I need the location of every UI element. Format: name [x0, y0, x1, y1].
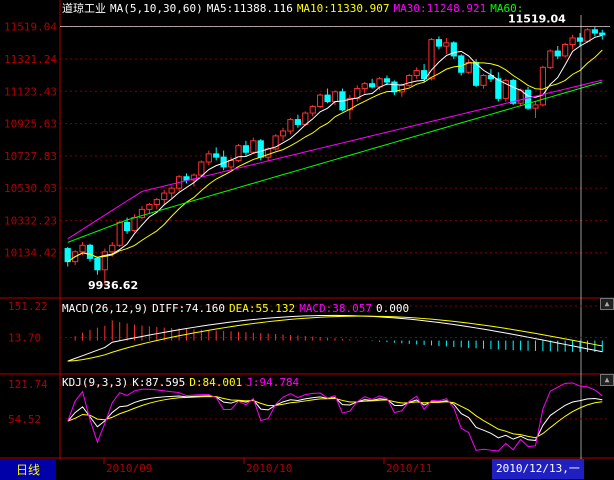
candle-body — [495, 78, 502, 99]
ma5-value: MA5:11388.116 — [206, 2, 293, 15]
candle-body — [242, 145, 250, 153]
candle-body — [554, 50, 561, 57]
price-axis-label: 11519.04 — [4, 21, 57, 34]
j-value: J:94.784 — [246, 376, 300, 389]
candle-body — [213, 153, 220, 158]
candle-body — [109, 244, 116, 253]
price-axis-label: 11321.24 — [4, 53, 57, 66]
candle-body — [413, 70, 420, 77]
date-axis-label: 2010/10 — [246, 462, 292, 475]
candle-body — [524, 89, 532, 109]
candle-body — [101, 251, 108, 271]
candle-body — [123, 221, 131, 232]
candle-body — [547, 50, 554, 68]
candle-body — [317, 94, 324, 108]
candle-body — [309, 106, 316, 114]
price-axis-label: 10727.83 — [4, 150, 57, 163]
candle-body — [361, 83, 368, 90]
candle-body — [369, 83, 376, 88]
kdj-params-label[interactable]: KDJ(9,3,3) — [62, 376, 128, 389]
kdj-axis-label: 54.52 — [8, 413, 41, 426]
macd-params-label[interactable]: MACD(26,12,9) — [62, 302, 148, 315]
candle-body — [153, 199, 160, 205]
candle-body — [79, 244, 86, 253]
diff-value: DIFF:74.160 — [152, 302, 225, 315]
candle-body — [116, 221, 123, 246]
price-axis-label: 10134.42 — [4, 247, 57, 260]
cursor-date-label: 2010/12/13,一 — [492, 459, 584, 479]
date-axis-label: 2010/11 — [386, 462, 432, 475]
candle-body — [265, 148, 272, 158]
macd-panel-expand-icon[interactable]: ▲ — [600, 298, 614, 310]
candle-body — [324, 94, 331, 103]
ma-params-label[interactable]: MA(5,10,30,60) — [110, 2, 203, 15]
candle-body — [168, 187, 175, 194]
candle-body — [257, 140, 264, 158]
candle-body — [294, 119, 301, 125]
candle-body — [576, 37, 584, 42]
date-axis-label: 2010/09 — [106, 462, 152, 475]
kdj-panel-expand-icon[interactable]: ▲ — [600, 374, 614, 386]
price-axis-label: 10925.63 — [4, 118, 57, 131]
dea-value: DEA:55.132 — [228, 302, 296, 315]
candle-body — [406, 75, 413, 86]
ma10-value: MA10:11330.907 — [296, 2, 390, 15]
chart-background — [0, 0, 614, 480]
candle-body — [510, 79, 517, 104]
candle-body — [480, 75, 487, 86]
candle-body — [235, 145, 242, 161]
candle-body — [198, 161, 205, 176]
stock-chart[interactable]: 11519.04 11321.24 11123.43 10925.63 10727.83… — [0, 0, 614, 480]
low-annotation: 9936.62 — [88, 279, 138, 292]
candle-body — [131, 217, 138, 232]
macd-header: MACD(26,12,9) DIFF:74.160 DEA:55.132 MACD:3… — [62, 302, 413, 315]
candle-body — [64, 248, 71, 263]
kdj-header: KDJ(9,3,3) K:87.595 D:84.001 J:94.784 — [62, 376, 303, 389]
index-title: 道琼工业 — [62, 2, 106, 15]
macd-value: MACD:38.057 — [299, 302, 373, 315]
main-chart-header: 道琼工业 MA(5,10,30,60) MA5:11388.116 MA10:1133… — [62, 2, 527, 15]
candle-body — [435, 39, 443, 47]
macd-axis-label: 151.22 — [8, 300, 48, 313]
candle-body — [591, 29, 598, 34]
candle-body — [599, 32, 606, 36]
candle-body — [532, 104, 539, 109]
k-value: K:87.595 — [132, 376, 186, 389]
candle-body — [569, 37, 576, 45]
price-axis-label: 11123.43 — [4, 85, 57, 98]
candle-body — [227, 159, 235, 168]
candle-body — [205, 153, 212, 163]
candle-body — [398, 84, 405, 93]
candle-body — [562, 43, 569, 57]
candle-body — [146, 203, 153, 210]
candle-body — [183, 176, 190, 181]
d-value: D:84.001 — [189, 376, 243, 389]
ma60-value: MA60: — [490, 2, 524, 15]
candle-body — [94, 257, 101, 271]
candle-body — [584, 29, 591, 42]
candle-body — [331, 91, 339, 103]
candle-body — [450, 42, 457, 57]
candle-body — [287, 119, 294, 132]
kdj-axis-label: 121.74 — [8, 378, 48, 391]
candle-body — [443, 42, 450, 47]
candle-body — [391, 81, 398, 93]
price-axis-label: 10332.23 — [4, 214, 57, 227]
candle-body — [458, 55, 465, 73]
ma30-value: MA30:11248.921 — [393, 2, 487, 15]
candle-body — [376, 78, 383, 88]
candle-body — [250, 140, 257, 153]
candle-body — [383, 78, 391, 83]
candle-body — [161, 192, 168, 201]
macd-axis-label: 13.70 — [8, 331, 41, 344]
candle-body — [279, 130, 287, 137]
candle-body — [86, 244, 94, 259]
period-tab-daily[interactable]: 日线 — [0, 459, 56, 480]
macd-zero-value: 0.000 — [376, 302, 410, 315]
price-axis-label: 10530.03 — [4, 182, 57, 195]
